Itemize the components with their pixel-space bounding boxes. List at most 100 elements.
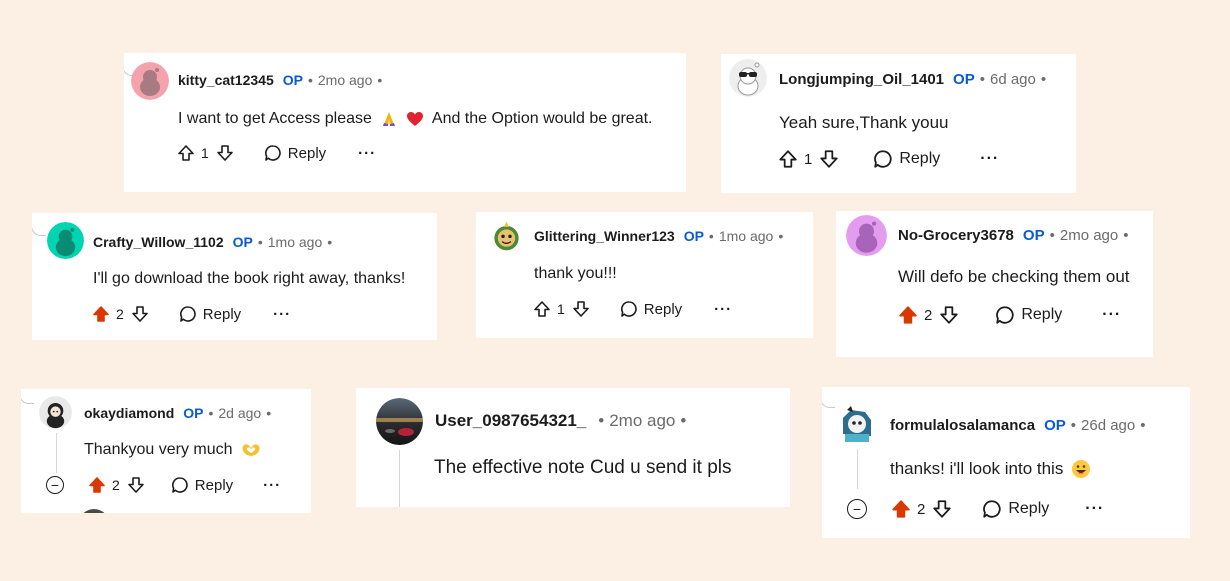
op-badge: OP	[282, 72, 303, 88]
upvote-icon[interactable]	[891, 499, 911, 519]
timestamp[interactable]: 2mo ago	[609, 411, 675, 431]
comment-meta: No-Grocery3678 OP • 2mo ago •	[898, 227, 1134, 244]
comment-text: thanks! i'll look into this	[890, 459, 1095, 479]
timestamp[interactable]: 2d ago	[218, 405, 261, 421]
separator-dot: •	[708, 228, 714, 244]
reply-button[interactable]: Reply	[179, 305, 241, 323]
comment-card: Crafty_Willow_1102 OP • 1mo ago • I'll g…	[32, 213, 437, 340]
timestamp[interactable]: 6d ago	[990, 71, 1036, 88]
speech-bubble-icon	[995, 305, 1015, 325]
comment-meta: User_0987654321_ • 2mo ago •	[435, 411, 691, 431]
timestamp[interactable]: 2mo ago	[1060, 227, 1118, 244]
reply-button[interactable]: Reply	[620, 300, 682, 318]
username[interactable]: No-Grocery3678	[898, 227, 1014, 244]
more-options-button[interactable]: ···	[1102, 306, 1121, 324]
vote-count: 1	[201, 145, 209, 161]
downvote-icon[interactable]	[127, 476, 145, 494]
reply-label: Reply	[643, 300, 683, 318]
separator-dot: •	[208, 405, 214, 421]
comment-text: I want to get Access please And the Opti…	[178, 110, 652, 128]
username[interactable]: okaydiamond	[84, 405, 174, 421]
comment-text: Thankyou very much	[84, 441, 265, 459]
comment-card: okaydiamond OP • 2d ago • Thankyou very …	[21, 389, 311, 513]
comment-text: I'll go download the book right away, th…	[93, 270, 406, 287]
next-reply-avatar	[78, 509, 110, 513]
more-options-button[interactable]: ···	[1085, 500, 1104, 518]
op-badge: OP	[1044, 417, 1066, 434]
comment-card: formulalosalamanca OP • 26d ago • thanks…	[822, 387, 1190, 538]
username[interactable]: formulalosalamanca	[890, 417, 1035, 434]
separator-dot: •	[327, 234, 333, 250]
username[interactable]: kitty_cat12345	[178, 72, 274, 88]
comment-text: The effective note Cud u send it pls	[434, 457, 732, 478]
separator-dot: •	[257, 234, 263, 250]
timestamp[interactable]: 2mo ago	[318, 72, 372, 88]
avatar[interactable]	[490, 219, 523, 252]
reply-button[interactable]: Reply	[873, 149, 940, 169]
more-options-button[interactable]: ···	[714, 301, 732, 318]
op-badge: OP	[683, 228, 704, 244]
comment-meta: Longjumping_Oil_1401 OP • 6d ago •	[779, 71, 1051, 88]
reply-label: Reply	[194, 476, 234, 494]
comment-text: Will defo be checking them out	[898, 267, 1130, 286]
separator-dot: •	[979, 71, 985, 88]
upvote-icon[interactable]	[88, 476, 106, 494]
avatar[interactable]	[376, 398, 423, 445]
comment-actions: − 2 Reply ···	[847, 499, 1104, 519]
comment-meta: kitty_cat12345 OP • 2mo ago •	[178, 72, 387, 88]
timestamp[interactable]: 1mo ago	[268, 234, 322, 250]
username[interactable]: Longjumping_Oil_1401	[779, 71, 944, 88]
collapse-thread-button[interactable]: −	[847, 499, 867, 519]
thread-connector	[822, 397, 835, 408]
more-options-button[interactable]: ···	[358, 145, 376, 162]
username[interactable]: User_0987654321_	[435, 411, 586, 431]
timestamp[interactable]: 1mo ago	[719, 228, 773, 244]
upvote-icon[interactable]	[177, 144, 195, 162]
comment-card: Longjumping_Oil_1401 OP • 6d ago • Yeah …	[721, 54, 1076, 193]
collapse-thread-button[interactable]: −	[46, 476, 64, 494]
comment-text: thank you!!!	[534, 265, 617, 282]
heart-hands-emoji-icon	[241, 442, 261, 458]
reply-button[interactable]: Reply	[264, 144, 326, 162]
more-options-button[interactable]: ···	[980, 150, 999, 168]
more-options-button[interactable]: ···	[263, 477, 281, 494]
avatar[interactable]	[837, 404, 877, 444]
upvote-icon[interactable]	[92, 305, 110, 323]
speech-bubble-icon	[179, 305, 197, 323]
avatar[interactable]	[729, 59, 767, 97]
thread-connector	[32, 225, 46, 236]
more-options-button[interactable]: ···	[273, 306, 291, 323]
downvote-icon[interactable]	[572, 300, 590, 318]
reply-button[interactable]: Reply	[171, 476, 233, 494]
avatar[interactable]	[39, 396, 72, 429]
comment-meta: Glittering_Winner123 OP • 1mo ago •	[534, 228, 788, 244]
downvote-icon[interactable]	[131, 305, 149, 323]
username[interactable]: Crafty_Willow_1102	[93, 234, 224, 250]
downvote-icon[interactable]	[932, 499, 952, 519]
upvote-icon[interactable]	[533, 300, 551, 318]
downvote-icon[interactable]	[819, 149, 839, 169]
comment-actions: 1 Reply ···	[177, 144, 376, 162]
comment-card: User_0987654321_ • 2mo ago • The effecti…	[356, 388, 790, 507]
comment-card: kitty_cat12345 OP • 2mo ago • I want to …	[124, 53, 686, 192]
reply-label: Reply	[1021, 306, 1063, 323]
avatar[interactable]	[846, 215, 887, 256]
speech-bubble-icon	[873, 149, 893, 169]
op-badge: OP	[953, 71, 975, 88]
downvote-icon[interactable]	[939, 305, 959, 325]
comment-text-part: thanks! i'll look into this	[890, 459, 1064, 478]
avatar[interactable]	[47, 222, 84, 259]
separator-dot: •	[266, 405, 272, 421]
username[interactable]: Glittering_Winner123	[534, 228, 675, 244]
reply-button[interactable]: Reply	[982, 499, 1049, 519]
timestamp[interactable]: 26d ago	[1081, 417, 1135, 434]
reply-label: Reply	[1008, 500, 1050, 517]
upvote-icon[interactable]	[778, 149, 798, 169]
comment-actions: 1 Reply ···	[533, 300, 732, 318]
avatar[interactable]	[131, 62, 169, 100]
upvote-icon[interactable]	[898, 305, 918, 325]
comment-actions: − 2 Reply ···	[46, 476, 281, 494]
separator-dot: •	[307, 72, 313, 88]
downvote-icon[interactable]	[216, 144, 234, 162]
reply-button[interactable]: Reply	[995, 305, 1062, 325]
